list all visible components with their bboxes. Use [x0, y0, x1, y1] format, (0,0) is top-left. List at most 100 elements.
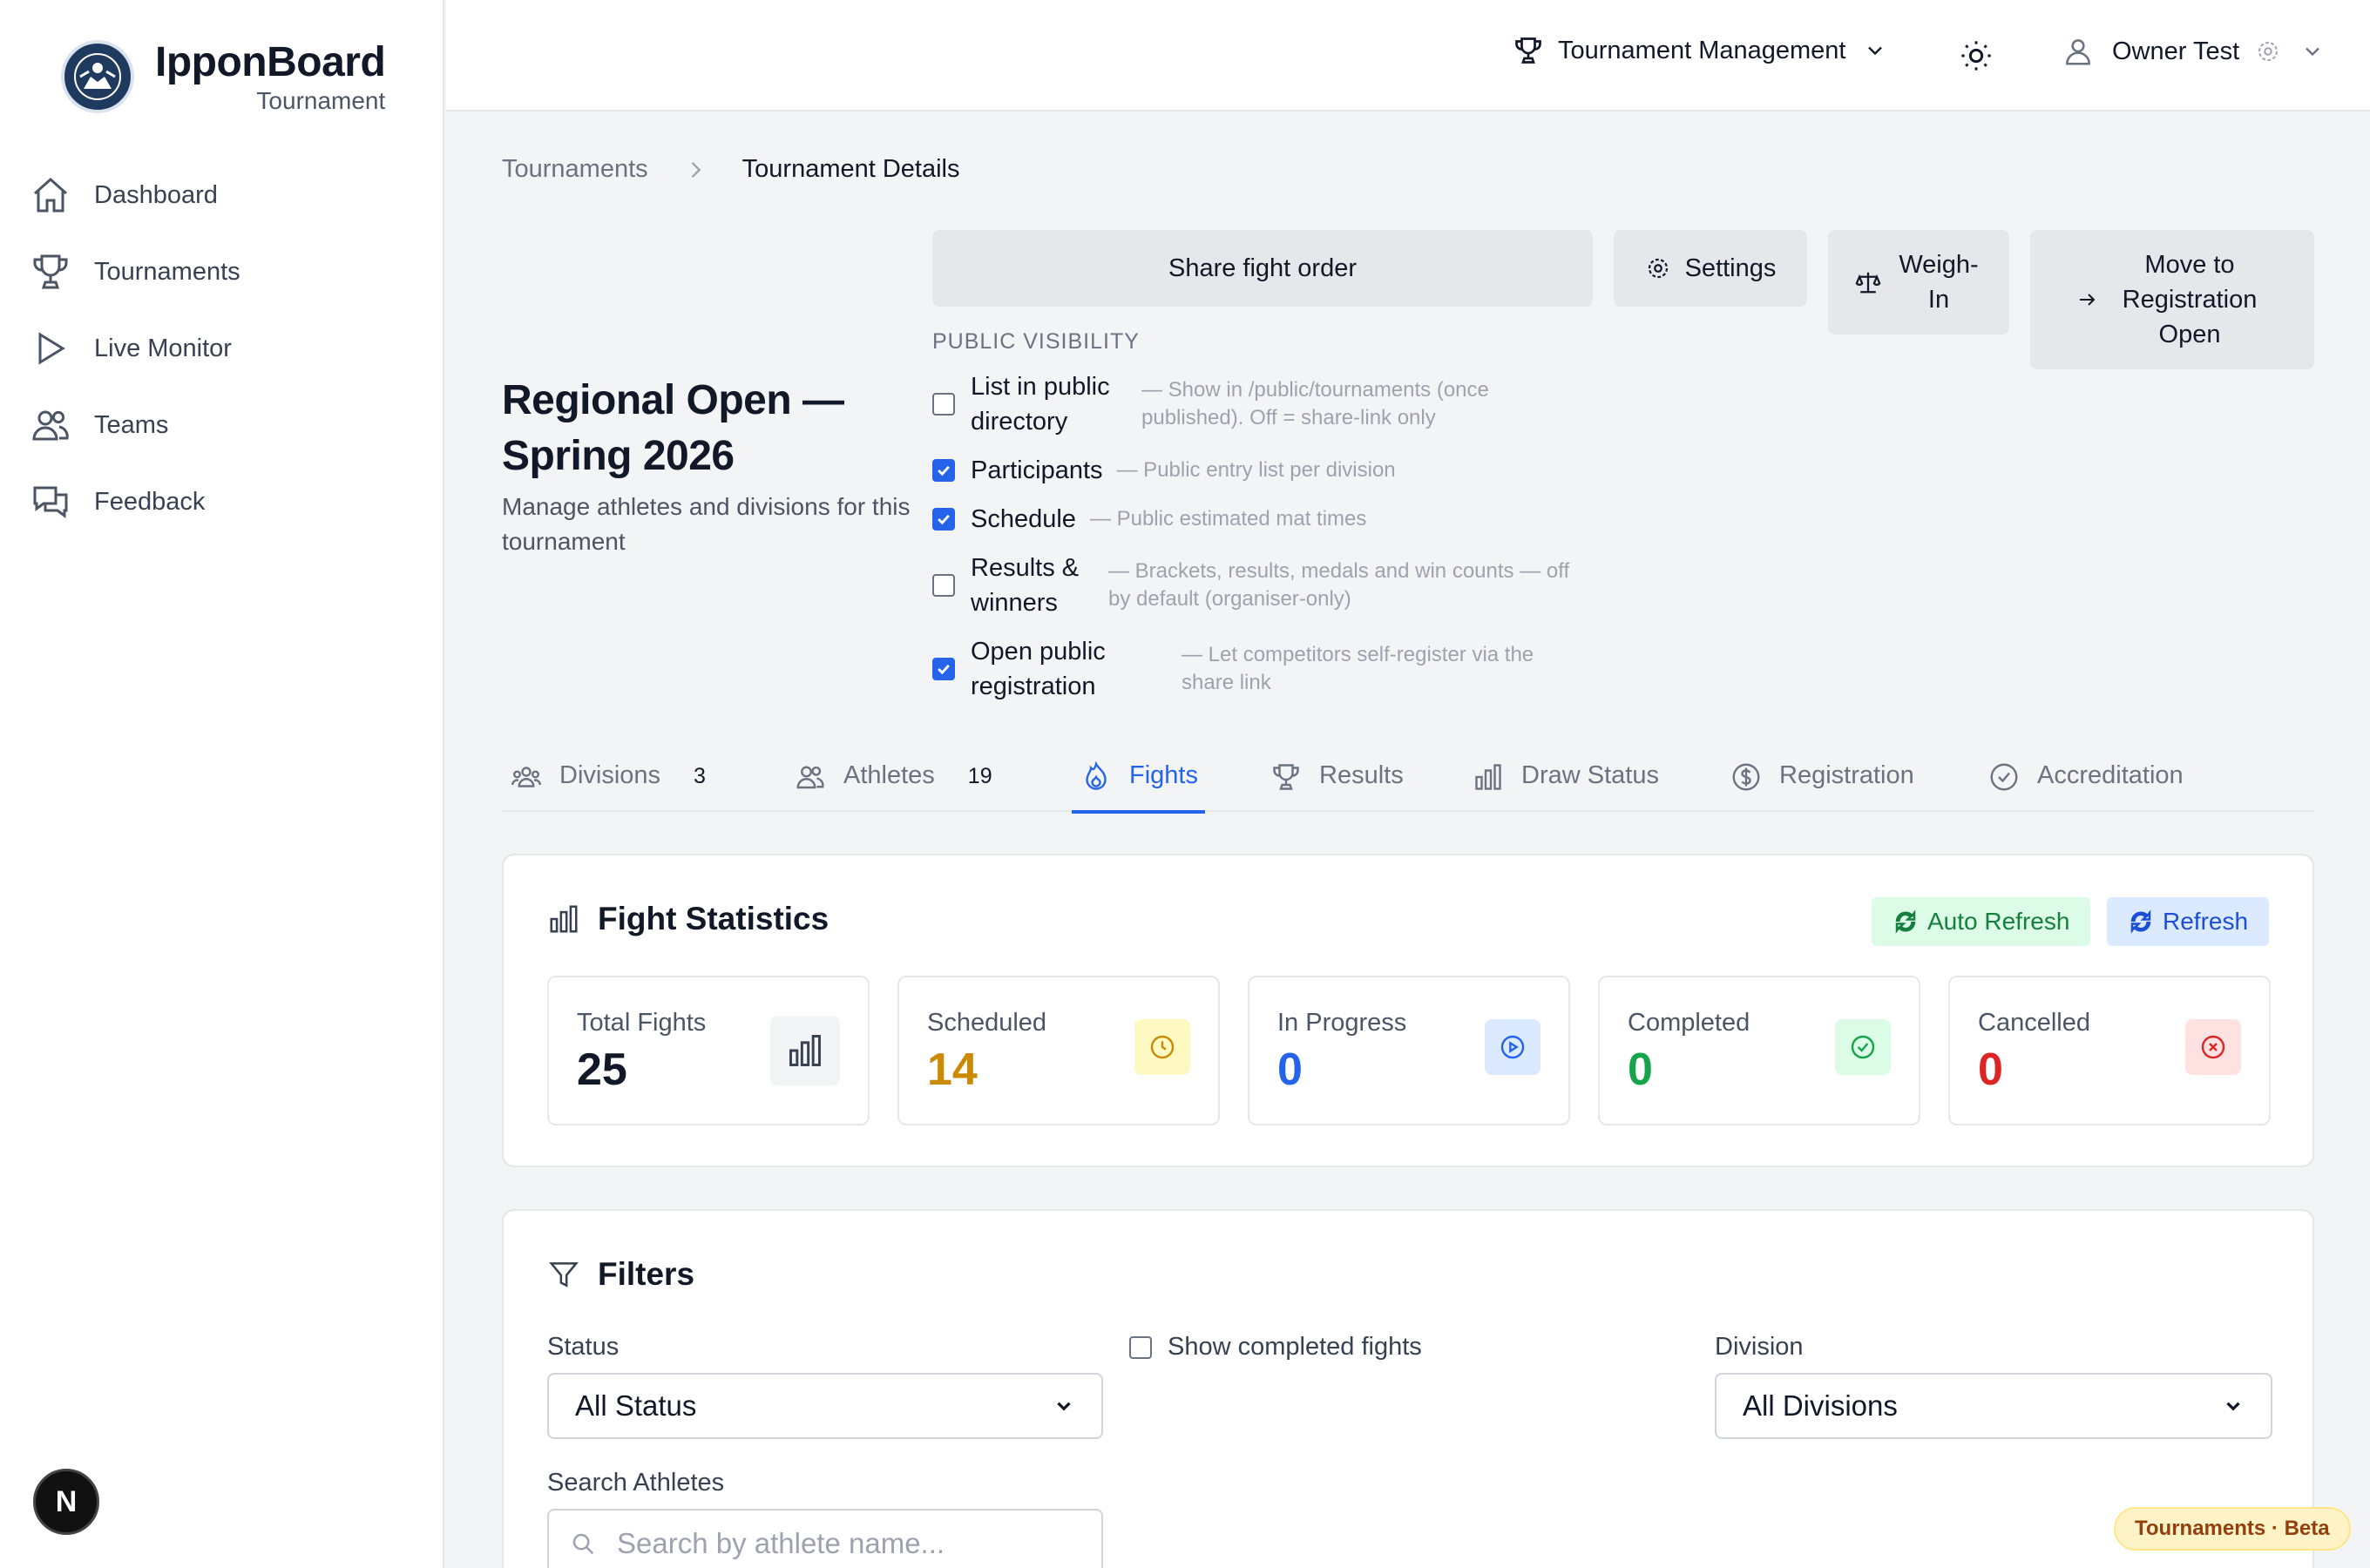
status-select[interactable]: All Status [547, 1373, 1103, 1439]
scale-icon [1855, 272, 1881, 294]
tab-draw-status[interactable]: Draw Status [1473, 753, 1659, 812]
sidebar-item-label: Teams [94, 410, 169, 439]
stat-card-scheduled: Scheduled 14 [897, 976, 1220, 1125]
filters-card: Filters Status All Status Show completed… [502, 1209, 2314, 1568]
tab-registration[interactable]: Registration [1730, 753, 1914, 812]
visibility-option-public-directory[interactable]: List in public directory — Show in /publ… [932, 369, 1542, 439]
check-circle-icon [1990, 763, 2018, 791]
tab-results[interactable]: Results [1270, 753, 1404, 812]
results-checkbox[interactable] [932, 574, 955, 597]
filters-title: Filters [547, 1256, 694, 1293]
bar-chart-icon [550, 905, 578, 933]
visibility-hint: — Brackets, results, medals and win coun… [1108, 559, 1570, 611]
show-completed-fights-toggle[interactable]: Show completed fights [1129, 1333, 1422, 1362]
schedule-checkbox[interactable] [932, 508, 955, 531]
page-description: Manage athletes and divisions for this t… [502, 493, 911, 555]
tournaments-beta-badge: Tournaments · Beta [2114, 1507, 2351, 1551]
visibility-label: Schedule [971, 505, 1076, 533]
division-select[interactable]: All Divisions [1715, 1373, 2272, 1439]
refresh-button[interactable]: Refresh [2107, 897, 2270, 946]
weigh-in-button[interactable]: Weigh-In [1828, 230, 2009, 335]
chat-icon [33, 486, 68, 518]
weigh-in-button-label: Weigh-In [1899, 251, 1979, 314]
tab-divisions[interactable]: Divisions 3 [511, 753, 706, 812]
next-devtools-badge[interactable]: N [33, 1469, 99, 1535]
chevron-down-icon [1057, 1402, 1071, 1411]
search-icon [572, 1533, 594, 1555]
users-icon [32, 410, 69, 441]
tab-fights[interactable]: Fights [1072, 753, 1205, 814]
visibility-option-participants[interactable]: Participants — Public entry list per div… [932, 453, 1396, 488]
tab-athletes[interactable]: Athletes 19 [795, 753, 992, 812]
share-button-label: Share fight order [1168, 254, 1357, 282]
home-icon [34, 177, 67, 213]
visibility-hint: — Let competitors self-register via the … [1182, 643, 1534, 694]
stat-card-in-progress: In Progress 0 [1248, 976, 1570, 1125]
brand-logo[interactable]: IpponBoard Tournament [61, 39, 386, 115]
sidebar-item-live-monitor[interactable]: Live Monitor [26, 310, 418, 387]
stat-value: 25 [577, 1044, 627, 1095]
chevron-down-icon [2306, 47, 2319, 57]
bar-chart-icon [1475, 764, 1501, 790]
visibility-option-public-registration[interactable]: Open public registration — Let competito… [932, 634, 1582, 704]
fight-statistics-card: Fight Statistics Auto Refresh Refresh To… [502, 854, 2314, 1167]
fight-statistics-title: Fight Statistics [547, 901, 829, 937]
visibility-option-results[interactable]: Results & winners — Brackets, results, m… [932, 551, 1570, 620]
sidebar-item-label: Tournaments [94, 257, 240, 286]
tab-label: Draw Status [1521, 761, 1659, 789]
breadcrumb-current: Tournament Details [741, 155, 960, 183]
stat-card-total-fights: Total Fights 25 [547, 976, 870, 1125]
refresh-icon [2130, 909, 2151, 934]
tab-count: 3 [694, 764, 706, 788]
public-directory-checkbox[interactable] [932, 393, 955, 416]
stat-card-completed: Completed 0 [1598, 976, 1920, 1125]
visibility-option-schedule[interactable]: Schedule — Public estimated mat times [932, 502, 1366, 537]
tab-label: Results [1319, 761, 1404, 789]
tab-accreditation[interactable]: Accreditation [1988, 753, 2184, 812]
gear-icon [2258, 42, 2279, 61]
refresh-icon [1895, 909, 1916, 934]
settings-button[interactable]: Settings [1614, 230, 1807, 307]
brand-title: IpponBoard [155, 39, 386, 85]
sidebar-item-tournaments[interactable]: Tournaments [26, 233, 418, 310]
tab-label: Fights [1129, 761, 1198, 789]
arrow-right-icon [2080, 294, 2096, 306]
sun-icon[interactable] [1959, 38, 1994, 73]
gear-icon [1648, 258, 1668, 279]
public-registration-checkbox[interactable] [932, 658, 955, 680]
stat-value: 14 [927, 1044, 978, 1095]
stat-value: 0 [1277, 1044, 1303, 1095]
search-athletes-input[interactable]: Search by athlete name... [547, 1509, 1103, 1568]
dollar-circle-icon [1732, 763, 1760, 791]
tab-count: 19 [967, 764, 992, 788]
sidebar-item-dashboard[interactable]: Dashboard [26, 157, 418, 233]
tournament-tabs: Divisions 3 Athletes 19 Fights Results D… [502, 753, 2314, 814]
user-menu[interactable]: Owner Test [2062, 35, 2325, 68]
visibility-label: Open public registration [971, 638, 1106, 700]
move-to-registration-open-button[interactable]: Move to Registration Open [2030, 230, 2314, 369]
page-title: Regional Open — Spring 2026 [502, 377, 844, 479]
x-circle-icon [2185, 1019, 2241, 1075]
settings-button-label: Settings [1684, 254, 1777, 282]
sidebar-item-feedback[interactable]: Feedback [26, 463, 418, 540]
clock-icon [1134, 1019, 1190, 1075]
share-fight-order-button[interactable]: Share fight order [932, 230, 1593, 307]
auto-refresh-button[interactable]: Auto Refresh [1872, 897, 2091, 946]
stat-card-cancelled: Cancelled 0 [1948, 976, 2271, 1125]
status-filter-label: Status [547, 1333, 620, 1361]
users-icon [796, 766, 824, 789]
show-completed-checkbox[interactable] [1129, 1335, 1152, 1359]
participants-checkbox[interactable] [932, 459, 955, 482]
chevron-down-icon [2226, 1402, 2240, 1411]
visibility-label: List in public directory [971, 373, 1110, 436]
public-visibility-heading: PUBLIC VISIBILITY [932, 329, 1140, 354]
breadcrumb-tournaments[interactable]: Tournaments [502, 155, 648, 184]
tab-label: Registration [1779, 761, 1914, 789]
sidebar-item-teams[interactable]: Teams [26, 387, 418, 463]
breadcrumb: Tournaments Tournament Details [502, 155, 960, 184]
tournament-management-menu[interactable]: Tournament Management [1513, 35, 1887, 66]
move-button-label: Move to Registration Open [2122, 251, 2258, 348]
stat-label: Scheduled [927, 1009, 1047, 1037]
users-group-icon [511, 767, 541, 787]
play-icon [38, 332, 65, 365]
